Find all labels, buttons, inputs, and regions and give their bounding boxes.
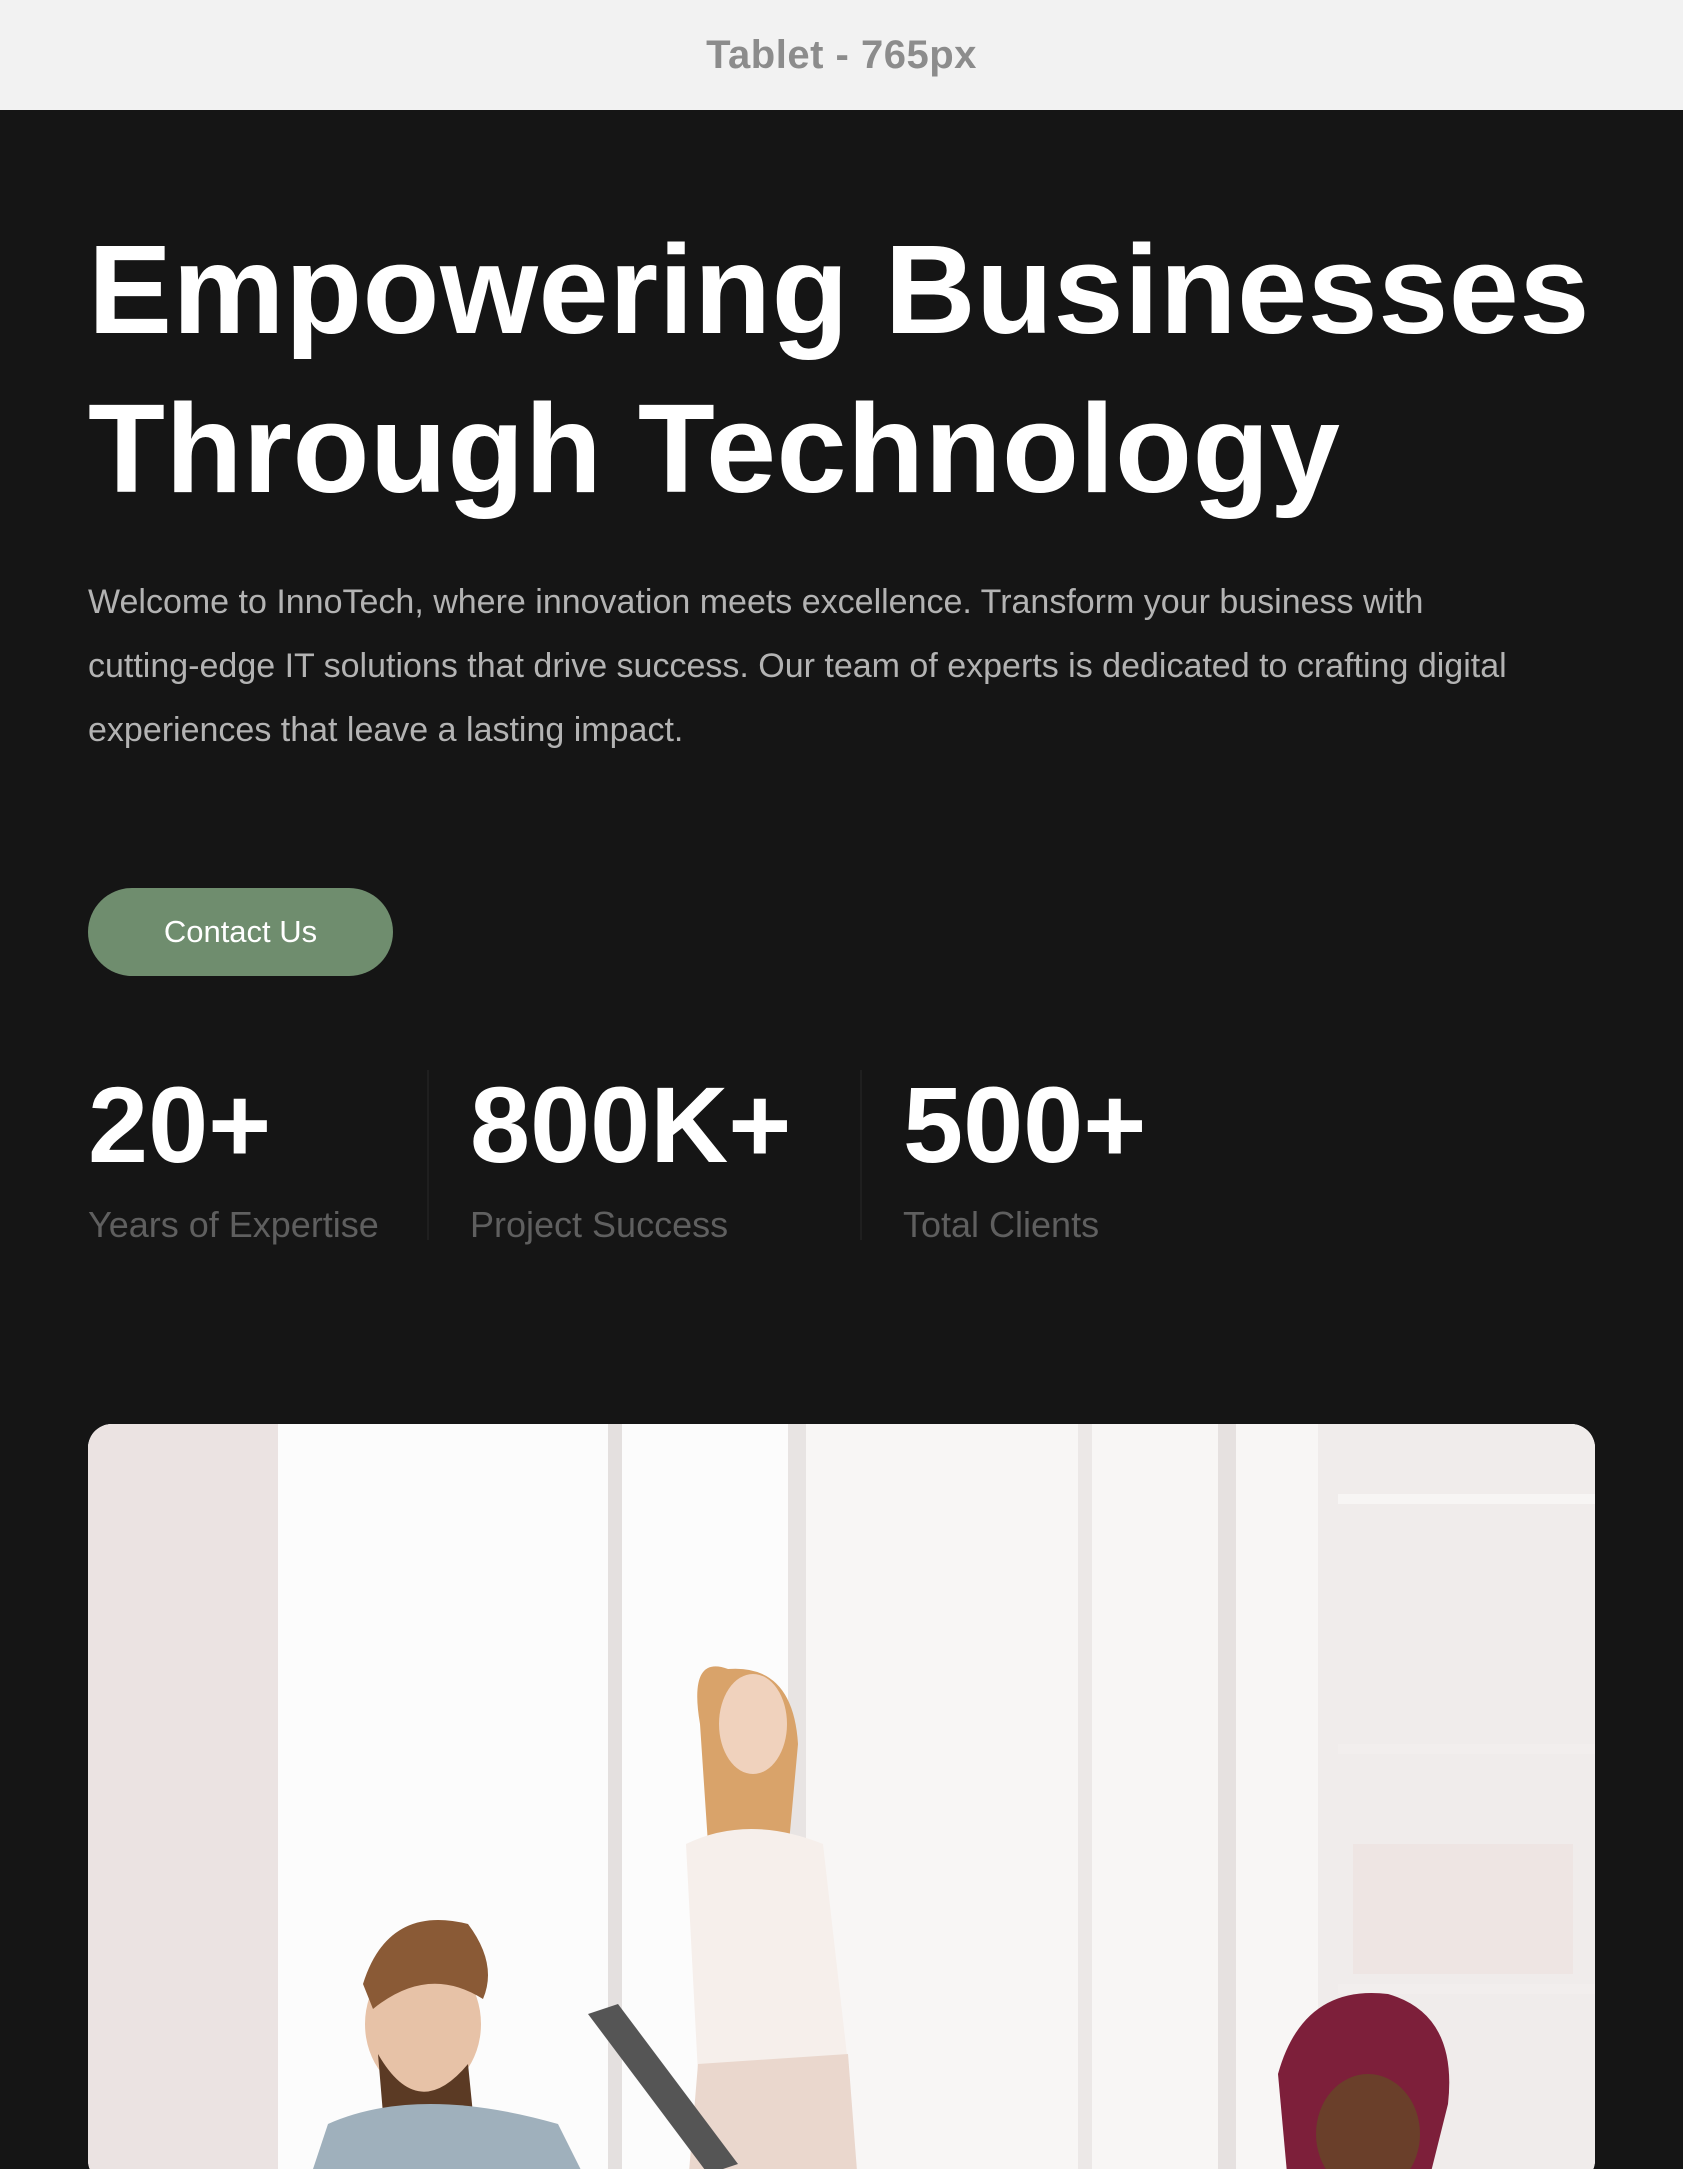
stat-project-success: 800K+ Project Success (470, 1060, 791, 1250)
hero-title: Empowering Businesses Through Technology (88, 210, 1628, 528)
team-office-photo (88, 1424, 1595, 2169)
stat-value: 20+ (88, 1064, 272, 1185)
stat-divider (427, 1070, 429, 1240)
stat-value: 800K+ (470, 1064, 792, 1185)
hero-title-line-2: Through Technology (88, 378, 1341, 519)
hero-title-line-1: Empowering Businesses (88, 219, 1590, 360)
stat-value: 500+ (903, 1064, 1147, 1185)
stat-label: Years of Expertise (88, 1204, 379, 1245)
stat-label: Project Success (470, 1204, 729, 1245)
contact-us-button[interactable]: Contact Us (88, 888, 393, 976)
hero-description: Welcome to InnoTech, where innovation me… (88, 583, 1507, 749)
stat-total-clients: 500+ Total Clients (903, 1060, 1146, 1250)
hero-section: Empowering Businesses Through Technology… (0, 110, 1683, 2169)
viewport-label-bar: Tablet - 765px (0, 0, 1683, 110)
viewport-label: Tablet - 765px (706, 32, 977, 77)
stat-label: Total Clients (903, 1204, 1100, 1245)
stat-divider (860, 1070, 862, 1240)
stat-years-expertise: 20+ Years of Expertise (88, 1060, 379, 1250)
